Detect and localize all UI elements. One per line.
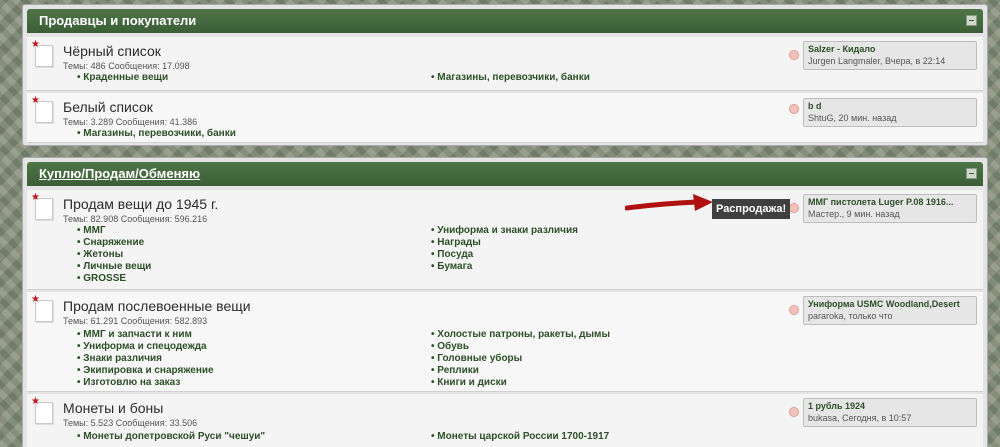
forum-row: Продам вещи до 1945 г. Темы: 82.908 Сооб… xyxy=(27,190,983,290)
forum-stats: Темы: 486 Сообщения: 17.098 xyxy=(63,61,190,71)
rss-icon[interactable] xyxy=(789,407,799,417)
last-post-box: Salzer - Кидало Jurgen Langmaler, Вчера,… xyxy=(803,41,977,70)
subforum-link[interactable]: Униформа и знаки различия xyxy=(431,225,578,236)
topics-count: 5.523 xyxy=(90,418,114,428)
subforum-link[interactable]: Посуда xyxy=(431,249,473,260)
collapse-icon[interactable] xyxy=(966,168,977,179)
subforum-link[interactable]: Награды xyxy=(431,237,481,248)
subforum-link[interactable]: Обувь xyxy=(431,341,469,352)
section-header: Продавцы и покупатели xyxy=(27,9,983,33)
section-sellers-buyers: Продавцы и покупатели Чёрный список Темы… xyxy=(22,4,988,146)
posts-count: 582.893 xyxy=(174,316,208,326)
last-post-box: Униформа USMC Woodland,Desert pararoka, … xyxy=(803,296,977,325)
rss-icon[interactable] xyxy=(789,104,799,114)
forum-stats: Темы: 82.908 Сообщения: 596.216 xyxy=(63,214,208,224)
last-post-link[interactable]: 1 рубль 1924 xyxy=(808,401,972,411)
last-post-link[interactable]: ММГ пистолета Luger P.08 1916... xyxy=(808,197,972,207)
subforum-link[interactable]: Изготовлю на заказ xyxy=(77,377,180,388)
subforum-link[interactable]: ММГ xyxy=(77,225,105,236)
posts-count: 596.216 xyxy=(174,214,208,224)
rss-icon[interactable] xyxy=(789,305,799,315)
subforum-link[interactable]: Униформа и спецодежда xyxy=(77,341,206,352)
section-title: Продавцы и покупатели xyxy=(39,13,197,28)
subforum-link[interactable]: Головные уборы xyxy=(431,353,522,364)
subforum-link[interactable]: Монеты царской России 1700-1917 xyxy=(431,431,609,442)
forum-row: Белый список Темы: 3.289 Сообщения: 41.3… xyxy=(27,93,983,143)
subforum-link[interactable]: Монеты допетровской Руси "чешуи" xyxy=(77,431,265,442)
forum-title-link[interactable]: Продам послевоенные вещи xyxy=(63,298,251,314)
last-post-link[interactable]: Salzer - Кидало xyxy=(808,44,972,54)
forum-title-link[interactable]: Продам вещи до 1945 г. xyxy=(63,196,218,212)
forum-new-posts-icon xyxy=(31,192,53,220)
subforum-link[interactable]: Реплики xyxy=(431,365,479,376)
forum-new-posts-icon xyxy=(31,39,53,67)
last-post-meta: bukasa, Сегодня, в 10:57 xyxy=(808,413,912,423)
last-post-link[interactable]: b d xyxy=(808,101,972,111)
subforum-link[interactable]: ММГ и запчасти к ним xyxy=(77,329,192,340)
sale-annotation-label: Распродажа! xyxy=(712,199,791,219)
forum-row: Чёрный список Темы: 486 Сообщения: 17.09… xyxy=(27,37,983,91)
subforum-link[interactable]: Знаки различия xyxy=(77,353,162,364)
subforum-link[interactable]: Снаряжение xyxy=(77,237,144,248)
forum-title-link[interactable]: Монеты и боны xyxy=(63,400,163,416)
subforum-link[interactable]: GROSSE xyxy=(77,273,126,284)
subforum-link[interactable]: Магазины, перевозчики, банки xyxy=(431,72,590,83)
rss-icon[interactable] xyxy=(789,203,799,213)
rss-icon[interactable] xyxy=(789,50,799,60)
subforum-link[interactable]: Экипировка и снаряжение xyxy=(77,365,213,376)
subforum-link[interactable]: Магазины, перевозчики, банки xyxy=(77,128,236,139)
forum-new-posts-icon xyxy=(31,294,53,322)
last-post-box: b d ShtuG, 20 мин. назад xyxy=(803,98,977,127)
red-arrow-icon xyxy=(625,194,713,211)
last-post-box: 1 рубль 1924 bukasa, Сегодня, в 10:57 xyxy=(803,398,977,427)
forum-title-link[interactable]: Белый список xyxy=(63,99,153,115)
subforum-link[interactable]: Личные вещи xyxy=(77,261,151,272)
subforum-link[interactable]: Книги и диски xyxy=(431,377,507,388)
posts-count: 41.386 xyxy=(169,117,198,127)
last-post-meta: ShtuG, 20 мин. назад xyxy=(808,113,897,123)
subforum-link[interactable]: Холостые патроны, ракеты, дымы xyxy=(431,329,610,340)
forum-title-link[interactable]: Чёрный список xyxy=(63,43,161,59)
forum-new-posts-icon xyxy=(31,95,53,123)
forum-row: Монеты и боны Темы: 5.523 Сообщения: 33.… xyxy=(27,394,983,447)
topics-count: 61.291 xyxy=(90,316,119,326)
forum-new-posts-icon xyxy=(31,396,53,424)
last-post-box: ММГ пистолета Luger P.08 1916... Мастер.… xyxy=(803,194,977,223)
section-header[interactable]: Куплю/Продам/Обменяю xyxy=(27,162,983,186)
posts-count: 33.506 xyxy=(169,418,198,428)
forum-stats: Темы: 5.523 Сообщения: 33.506 xyxy=(63,418,198,428)
posts-count: 17.098 xyxy=(162,61,190,71)
section-title[interactable]: Куплю/Продам/Обменяю xyxy=(39,166,200,181)
collapse-icon[interactable] xyxy=(966,15,977,26)
subforum-link[interactable]: Жетоны xyxy=(77,249,123,260)
topics-count: 3.289 xyxy=(90,117,114,127)
section-buy-sell-trade: Куплю/Продам/Обменяю Продам вещи до 1945… xyxy=(22,157,988,447)
subforum-link[interactable]: Бумага xyxy=(431,261,472,272)
forum-stats: Темы: 61.291 Сообщения: 582.893 xyxy=(63,316,208,326)
last-post-meta: pararoka, только что xyxy=(808,311,893,321)
topics-count: 82.908 xyxy=(90,214,119,224)
forum-stats: Темы: 3.289 Сообщения: 41.386 xyxy=(63,117,198,127)
topics-count: 486 xyxy=(90,61,106,71)
last-post-meta: Jurgen Langmaler, Вчера, в 22:14 xyxy=(808,56,946,66)
last-post-link[interactable]: Униформа USMC Woodland,Desert xyxy=(808,299,972,309)
forum-row: Продам послевоенные вещи Темы: 61.291 Со… xyxy=(27,292,983,392)
subforum-link[interactable]: Краденные вещи xyxy=(77,72,168,83)
last-post-meta: Мастер., 9 мин. назад xyxy=(808,209,900,219)
